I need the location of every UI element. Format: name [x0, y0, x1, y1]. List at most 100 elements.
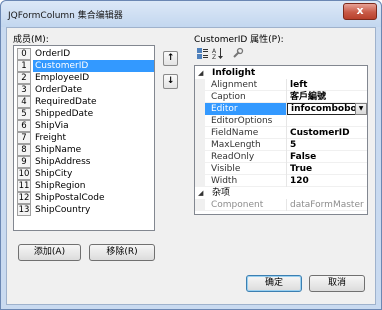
member-index: 13	[17, 204, 31, 216]
close-icon: x	[356, 4, 364, 17]
row-gutter	[195, 103, 205, 115]
property-name: Alignment	[205, 79, 287, 91]
member-name: Freight	[35, 133, 67, 143]
property-value[interactable]: dataFormMaster	[287, 199, 367, 211]
property-value[interactable]: 客戶編號	[287, 91, 367, 103]
list-item[interactable]: 1 CustomerID	[14, 60, 154, 72]
move-down-button[interactable]: ↓	[163, 74, 178, 89]
row-gutter	[195, 127, 205, 139]
remove-button[interactable]: 移除(R)	[89, 244, 155, 261]
list-item[interactable]: 8 ShipName	[14, 144, 154, 156]
member-index: 8	[17, 144, 31, 156]
property-value[interactable]: 120	[287, 175, 367, 187]
property-row[interactable]: Caption 客戶編號	[195, 91, 367, 103]
category-label: 杂项	[212, 188, 231, 198]
row-gutter	[195, 151, 205, 163]
property-value[interactable]: CustomerID	[287, 127, 367, 139]
collapse-icon[interactable]: ◢	[198, 67, 203, 79]
collapse-icon[interactable]: ◢	[198, 187, 203, 199]
move-up-button[interactable]: ↑	[163, 51, 178, 66]
member-name: ShipVia	[35, 121, 69, 131]
property-row[interactable]: Component dataFormMaster	[195, 199, 367, 211]
members-list[interactable]: 0 OrderID 1 CustomerID 2 EmployeeID 3 OrderDate…	[13, 45, 155, 231]
category-row[interactable]: ◢ Infolight	[195, 67, 367, 79]
member-index: 12	[17, 192, 31, 204]
category-row[interactable]: ◢ 杂项	[195, 187, 367, 199]
list-item[interactable]: 12 ShipPostalCode	[14, 192, 154, 204]
member-name: ShippedDate	[35, 109, 94, 119]
list-item[interactable]: 6 ShipVia	[14, 120, 154, 132]
property-row[interactable]: Visible True	[195, 163, 367, 175]
property-name: FieldName	[205, 127, 287, 139]
list-item[interactable]: 9 ShipAddress	[14, 156, 154, 168]
row-gutter	[195, 163, 205, 175]
member-index: 9	[17, 156, 31, 168]
member-index: 1	[17, 60, 31, 72]
list-item[interactable]: 3 OrderDate	[14, 84, 154, 96]
property-name: EditorOptions	[205, 115, 287, 127]
member-name: ShipPostalCode	[35, 193, 105, 203]
member-index: 5	[17, 108, 31, 120]
property-name: Width	[205, 175, 287, 187]
member-index: 10	[17, 168, 31, 180]
property-row[interactable]: MaxLength 5	[195, 139, 367, 151]
row-gutter	[195, 91, 205, 103]
ok-button[interactable]: 确定	[246, 275, 302, 292]
list-item[interactable]: 11 ShipRegion	[14, 180, 154, 192]
list-item[interactable]: 13 ShipCountry	[14, 204, 154, 216]
arrow-down-icon: ↓	[166, 76, 175, 86]
property-name: Visible	[205, 163, 287, 175]
alphabetical-icon[interactable]: A Z	[212, 47, 225, 61]
property-pages-icon[interactable]	[231, 47, 244, 60]
property-grid[interactable]: ◢ Infolight Alignment left Caption 客戶編號 Editor…	[194, 65, 368, 215]
close-button[interactable]: x	[343, 3, 377, 20]
title-bar[interactable]: JQFormColumn 集合编辑器 x	[1, 1, 381, 27]
list-item[interactable]: 10 ShipCity	[14, 168, 154, 180]
ok-button-label: 确定	[264, 278, 283, 288]
list-item[interactable]: 4 RequiredDate	[14, 96, 154, 108]
property-name: Component	[205, 199, 287, 211]
property-value[interactable]: False	[287, 151, 367, 163]
dropdown-arrow-icon[interactable]: ▼	[355, 103, 367, 115]
list-item[interactable]: 7 Freight	[14, 132, 154, 144]
row-gutter	[195, 199, 205, 211]
list-item[interactable]: 2 EmployeeID	[14, 72, 154, 84]
member-name: EmployeeID	[35, 73, 90, 83]
property-row[interactable]: FieldName CustomerID	[195, 127, 367, 139]
property-value[interactable]: True	[287, 163, 367, 175]
category-label: Infolight	[212, 68, 256, 78]
row-gutter	[195, 79, 205, 91]
property-row[interactable]: Editor infocombobox ▼	[195, 103, 367, 115]
list-item[interactable]: 0 OrderID	[14, 48, 154, 60]
members-label: 成员(M):	[13, 35, 49, 45]
member-index: 3	[17, 84, 31, 96]
add-button[interactable]: 添加(A)	[18, 244, 81, 261]
member-name: ShipRegion	[35, 181, 86, 191]
member-index: 11	[17, 180, 31, 192]
member-index: 6	[17, 120, 31, 132]
row-gutter	[195, 139, 205, 151]
property-row[interactable]: Alignment left	[195, 79, 367, 91]
arrow-up-icon: ↑	[166, 53, 175, 63]
property-value[interactable]: 5	[287, 139, 367, 151]
row-gutter	[195, 115, 205, 127]
property-value[interactable]: left	[287, 79, 367, 91]
property-row[interactable]: ReadOnly False	[195, 151, 367, 163]
member-index: 2	[17, 72, 31, 84]
member-name: ShipAddress	[35, 157, 91, 167]
property-row[interactable]: EditorOptions	[195, 115, 367, 127]
cancel-button[interactable]: 取消	[309, 275, 365, 292]
property-value[interactable]	[287, 115, 367, 127]
categorized-icon[interactable]	[196, 47, 209, 60]
cancel-button-label: 取消	[327, 278, 346, 288]
member-index: 7	[17, 132, 31, 144]
row-gutter	[195, 175, 205, 187]
list-item[interactable]: 5 ShippedDate	[14, 108, 154, 120]
property-row[interactable]: Width 120	[195, 175, 367, 187]
collection-editor-window: JQFormColumn 集合编辑器 x 成员(M): 0 OrderID 1 Cus…	[0, 0, 382, 310]
member-index: 4	[17, 96, 31, 108]
member-name: RequiredDate	[35, 97, 97, 107]
member-index: 0	[17, 48, 31, 60]
property-name: Caption	[205, 91, 287, 103]
property-name: ReadOnly	[205, 151, 287, 163]
